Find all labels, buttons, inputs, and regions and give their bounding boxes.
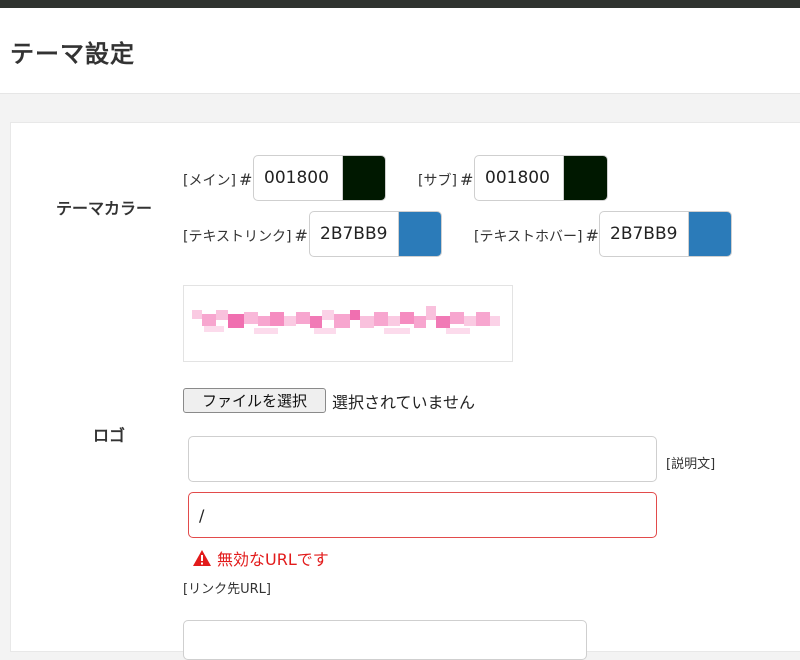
main-color-swatch[interactable]: [342, 156, 385, 200]
sub-color-field: [474, 155, 608, 201]
logo-preview-image: [183, 285, 513, 362]
text-link-color-field: [309, 211, 442, 257]
text-hover-color-swatch[interactable]: [688, 212, 731, 256]
main-color-input[interactable]: [254, 156, 342, 200]
url-error-text: 無効なURLです: [217, 550, 329, 569]
logo-label: ロゴ: [93, 426, 126, 445]
text-hover-color-label: [テキストホバー] #: [474, 226, 599, 245]
url-error-message: 無効なURLです: [192, 546, 329, 570]
text-hover-color-field: [599, 211, 732, 257]
text-link-color-swatch[interactable]: [398, 212, 441, 256]
text-link-color-label: [テキストリンク] #: [183, 226, 308, 245]
page-title: テーマ設定: [10, 40, 135, 68]
warning-icon: [193, 550, 211, 566]
sub-color-swatch[interactable]: [563, 156, 607, 200]
main-color-field: [253, 155, 386, 201]
text-link-color-input[interactable]: [310, 212, 398, 256]
main-color-label: [メイン] #: [183, 170, 253, 189]
next-field-input[interactable]: [183, 620, 587, 660]
text-hover-color-input[interactable]: [600, 212, 688, 256]
logo-link-url-input[interactable]: [188, 492, 657, 538]
link-url-label: [リンク先URL]: [183, 582, 271, 597]
page-header: テーマ設定: [0, 8, 800, 94]
sub-color-input[interactable]: [475, 156, 563, 200]
logo-description-input[interactable]: [188, 436, 657, 482]
file-status-text: 選択されていません: [332, 393, 476, 412]
theme-color-label: テーマカラー: [56, 199, 153, 218]
top-bar: [0, 0, 800, 8]
choose-file-button[interactable]: ファイルを選択: [183, 388, 326, 413]
sub-color-label: [サブ] #: [418, 170, 474, 189]
description-label: [説明文]: [666, 457, 716, 472]
logo-pixelated-image: [192, 306, 500, 334]
